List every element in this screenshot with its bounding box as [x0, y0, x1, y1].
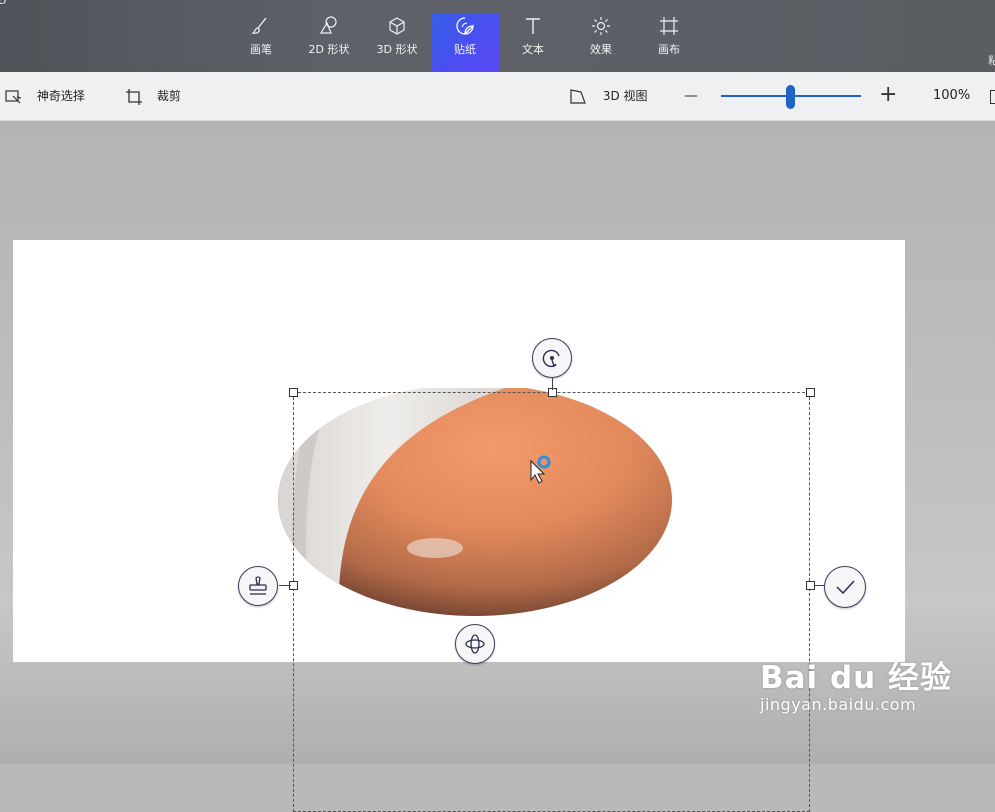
- magic-select-label: 神奇选择: [36, 89, 85, 103]
- watermark-url: jingyan.baidu.com: [760, 695, 917, 714]
- resize-handle-top-right[interactable]: [806, 388, 815, 397]
- free-rotate-icon: [465, 634, 485, 654]
- sticker-icon: [456, 17, 474, 35]
- view-3d-label: 3D 视图: [602, 89, 648, 103]
- tab-label: 文本: [522, 43, 544, 56]
- sun-icon: [592, 17, 610, 35]
- tab-text[interactable]: 文本: [499, 14, 567, 72]
- rotate-icon: [542, 349, 560, 368]
- stamp-icon: [249, 576, 267, 595]
- zoom-out-button[interactable]: —: [684, 86, 698, 106]
- watermark-logo: Bai du 经验: [760, 660, 953, 696]
- zoom-percentage: 100%: [933, 88, 971, 103]
- tab-label: 2D 形状: [308, 43, 350, 56]
- tab-label: 3D 形状: [376, 43, 418, 56]
- tab-canvas[interactable]: 画布: [635, 14, 703, 72]
- panel-toggle-icon[interactable]: [990, 90, 995, 104]
- tab-3d-shapes[interactable]: 3D 形状: [363, 14, 431, 72]
- tab-stickers[interactable]: 贴纸: [431, 14, 499, 72]
- sticker-selection-box[interactable]: [293, 392, 810, 812]
- zoom-in-button[interactable]: +: [879, 84, 897, 106]
- magic-select-icon: [5, 89, 22, 103]
- resize-handle-top-left[interactable]: [289, 388, 298, 397]
- confirm-check-icon: [836, 580, 855, 595]
- rotate-connector: [552, 378, 553, 390]
- tab-label: 画笔: [250, 43, 272, 56]
- crop-label: 裁剪: [156, 89, 181, 103]
- brush-icon: [251, 17, 267, 34]
- crop-button[interactable]: 裁剪: [125, 86, 181, 106]
- rotate-button[interactable]: [532, 338, 572, 378]
- zoom-slider-thumb[interactable]: [786, 85, 795, 109]
- stamp-connector: [279, 585, 291, 586]
- tab-2d-shapes[interactable]: 2D 形状: [295, 14, 363, 72]
- magic-select-button[interactable]: 神奇选择: [5, 86, 85, 106]
- stamp-button[interactable]: [238, 566, 278, 606]
- free-rotate-button[interactable]: [455, 624, 495, 664]
- top-ribbon: D 画笔 2D 形状 3D 形状 贴纸 文本 效果 画布 粘: [0, 0, 995, 72]
- tab-label: 画布: [658, 43, 680, 56]
- secondary-toolbar: 神奇选择 裁剪 3D 视图 — + 100%: [0, 72, 995, 121]
- tab-brushes[interactable]: 画笔: [227, 14, 295, 72]
- view-3d-button[interactable]: 3D 视图: [569, 86, 648, 106]
- tab-effects[interactable]: 效果: [567, 14, 635, 72]
- tab-label: 贴纸: [454, 43, 476, 56]
- canvas-icon: [660, 17, 678, 35]
- text-icon: [526, 18, 540, 34]
- confirm-connector: [814, 585, 824, 586]
- baidu-jingyan-watermark: Bai du 经验 jingyan.baidu.com: [760, 652, 952, 714]
- confirm-button[interactable]: [824, 566, 866, 608]
- cube-icon: [389, 17, 405, 35]
- crop-icon: [126, 88, 142, 105]
- title-fragment: D: [0, 0, 7, 7]
- title-fragment-right: 粘: [988, 54, 995, 67]
- shapes-2d-icon: [319, 16, 337, 34]
- view-3d-icon: [570, 88, 586, 104]
- tab-label: 效果: [590, 43, 612, 56]
